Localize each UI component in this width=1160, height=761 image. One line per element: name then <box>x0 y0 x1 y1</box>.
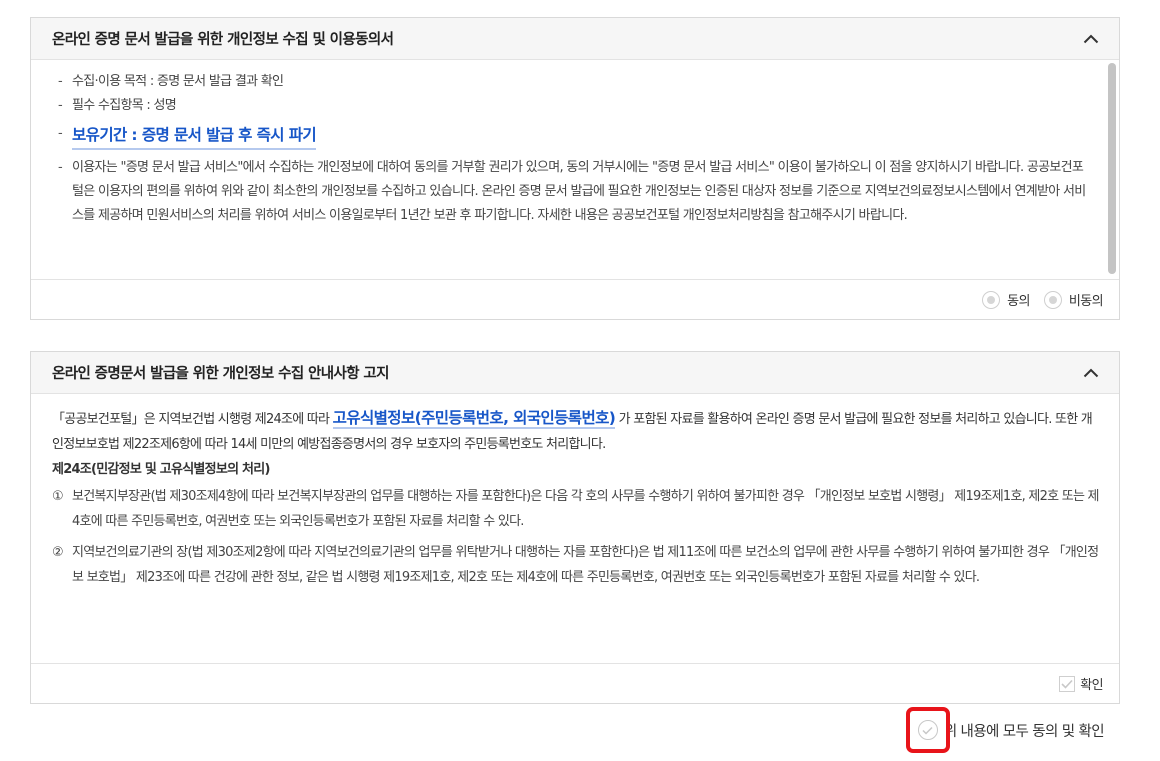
disagree-label: 비동의 <box>1068 294 1104 309</box>
confirm-checkbox[interactable]: 확인 <box>1059 674 1104 693</box>
article-title: 제24조(민감정보 및 고유식별정보의 처리) <box>52 462 270 477</box>
intro-prefix: 「공공보건포털」은 지역보건법 시행령 제24조에 따라 <box>52 412 330 427</box>
consent-collapse-button[interactable] <box>1079 27 1103 51</box>
agree-radio[interactable]: 동의 <box>982 290 1030 309</box>
check-icon <box>1061 679 1073 689</box>
chevron-up-icon <box>1083 368 1099 377</box>
list-item-required-fields: 필수 수집항목 : 성명 <box>58 94 1089 118</box>
consent-scrollbar[interactable] <box>1108 63 1116 274</box>
radio-circle <box>1043 290 1062 309</box>
notice-panel-title: 온라인 증명문서 발급을 위한 개인정보 수집 안내사항 고지 <box>52 366 390 382</box>
radio-circle <box>982 290 1001 309</box>
chevron-up-icon <box>1083 34 1099 43</box>
consent-panel-footer: 동의 비동의 <box>31 279 1119 319</box>
notice-collapse-button[interactable] <box>1079 361 1103 385</box>
clause-number: ② <box>52 545 64 560</box>
consent-scrollbar-thumb[interactable] <box>1108 63 1116 274</box>
consent-panel-header: 온라인 증명 문서 발급을 위한 개인정보 수집 및 이용동의서 <box>31 18 1119 60</box>
check-icon <box>922 726 933 735</box>
disagree-radio[interactable]: 비동의 <box>1043 290 1104 309</box>
notice-panel-header: 온라인 증명문서 발급을 위한 개인정보 수집 안내사항 고지 <box>31 352 1119 394</box>
clause-1: ① 보건복지부장관(법 제30조제4항에 따라 보건복지부장관의 업무를 대행하… <box>52 484 1100 534</box>
consent-list: 수집·이용 목적 : 증명 문서 발급 결과 확인 필수 수집항목 : 성명 보… <box>58 70 1089 228</box>
agree-all-label: 위 내용에 모두 동의 및 확인 <box>943 723 1105 740</box>
clause-text: 지역보건의료기관의 장(법 제30조제2항에 따라 지역보건의료기관의 업무를 … <box>72 545 1099 585</box>
consent-panel: 온라인 증명 문서 발급을 위한 개인정보 수집 및 이용동의서 수집·이용 목… <box>30 17 1120 320</box>
list-item-rights: 이용자는 "증명 문서 발급 서비스"에서 수집하는 개인정보에 대하여 동의를… <box>58 156 1089 228</box>
consent-scroll-area[interactable]: 수집·이용 목적 : 증명 문서 발급 결과 확인 필수 수집항목 : 성명 보… <box>31 60 1119 279</box>
notice-panel-footer: 확인 <box>31 663 1119 703</box>
notice-body: 「공공보건포털」은 지역보건법 시행령 제24조에 따라 고유식별정보(주민등록… <box>31 394 1119 663</box>
clause-2: ② 지역보건의료기관의 장(법 제30조제2항에 따라 지역보건의료기관의 업무… <box>52 540 1099 590</box>
intro-highlight: 고유식별정보(주민등록번호, 외국인등록번호) <box>332 409 616 429</box>
confirm-label: 확인 <box>1080 678 1103 693</box>
agree-all-circle <box>917 720 938 740</box>
agree-all-toggle[interactable]: 위 내용에 모두 동의 및 확인 <box>905 707 1105 753</box>
list-item-purpose: 수집·이용 목적 : 증명 문서 발급 결과 확인 <box>58 70 1089 94</box>
checkbox <box>1059 675 1076 692</box>
notice-panel: 온라인 증명문서 발급을 위한 개인정보 수집 안내사항 고지 「공공보건포털」… <box>30 351 1120 704</box>
list-item-retention: 보유기간 : 증명 문서 발급 후 즉시 파기 <box>58 122 1089 150</box>
agree-label: 동의 <box>1007 294 1030 309</box>
notice-intro: 「공공보건포털」은 지역보건법 시행령 제24조에 따라 고유식별정보(주민등록… <box>52 406 1099 457</box>
consent-panel-title: 온라인 증명 문서 발급을 위한 개인정보 수집 및 이용동의서 <box>52 32 394 48</box>
clause-number: ① <box>52 489 64 504</box>
retention-highlight: 보유기간 : 증명 문서 발급 후 즉시 파기 <box>72 122 317 150</box>
clause-text: 보건복지부장관(법 제30조제4항에 따라 보건복지부장관의 업무를 대행하는 … <box>72 489 1100 529</box>
agree-all-highlight-box[interactable] <box>905 707 950 753</box>
